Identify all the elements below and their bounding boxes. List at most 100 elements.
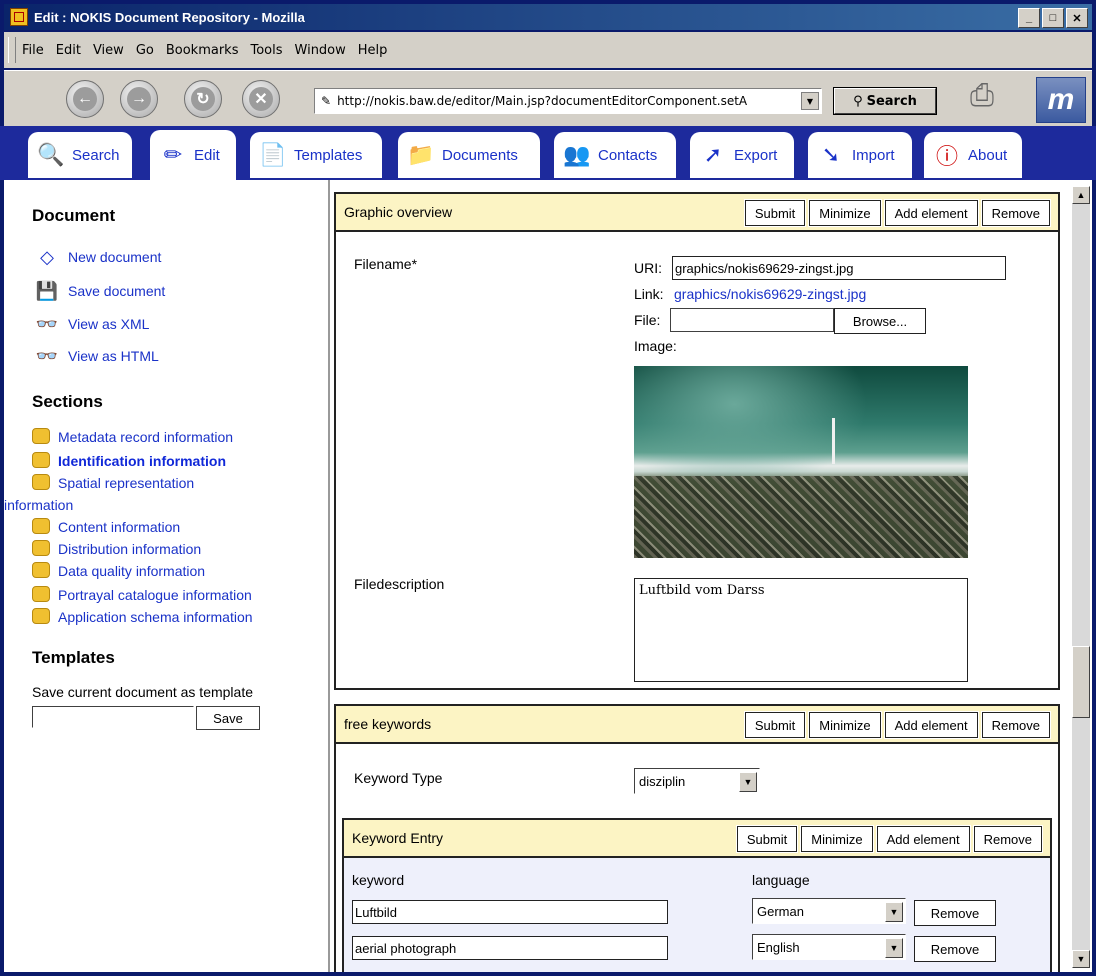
section-portrayal-link[interactable]: Portrayal catalogue information <box>32 584 302 606</box>
submit-button[interactable]: Submit <box>743 199 807 227</box>
navigation-toolbar: ← → ↻ ✕ ✎ http://nokis.baw.de/editor/Mai… <box>4 70 1092 127</box>
image-link[interactable]: graphics/nokis69629-zingst.jpg <box>674 286 866 302</box>
panel-title: Graphic overview <box>344 204 453 220</box>
view-as-html-link[interactable]: 👓 View as HTML <box>30 345 159 367</box>
frame-divider[interactable] <box>328 180 330 972</box>
window-title: Edit : NOKIS Document Repository - Mozil… <box>34 9 305 25</box>
back-arrow-icon: ← <box>73 87 97 111</box>
section-icon <box>32 452 50 468</box>
menu-edit[interactable]: Edit <box>56 43 81 58</box>
panel-header: Keyword Entry Submit Minimize Add elemen… <box>344 820 1050 858</box>
minimize-window-button[interactable]: _ <box>1018 8 1040 28</box>
back-button[interactable]: ← <box>66 80 104 118</box>
remove-button[interactable]: Remove <box>980 711 1052 739</box>
url-bar[interactable]: ✎ http://nokis.baw.de/editor/Main.jsp?do… <box>314 88 822 114</box>
add-element-button[interactable]: Add element <box>883 711 979 739</box>
menu-bookmarks[interactable]: Bookmarks <box>166 43 239 58</box>
menu-view[interactable]: View <box>93 43 124 58</box>
tab-label: Import <box>852 146 895 164</box>
scroll-down-icon[interactable]: ▼ <box>1072 950 1090 968</box>
link-label: Link: <box>634 286 664 302</box>
keyword-entry-panel: Keyword Entry Submit Minimize Add elemen… <box>342 818 1052 972</box>
title-bar: Edit : NOKIS Document Repository - Mozil… <box>4 4 1092 30</box>
toolbar-grip[interactable] <box>8 37 16 63</box>
tab-templates[interactable]: 📄 Templates <box>250 132 382 178</box>
section-spatial-link[interactable]: Spatial representation <box>32 472 302 494</box>
section-spatial-link-cont[interactable]: information <box>4 494 274 516</box>
url-dropdown-icon[interactable]: ▼ <box>801 92 819 110</box>
maximize-window-button[interactable]: □ <box>1042 8 1064 28</box>
section-icon <box>32 474 50 490</box>
submit-button[interactable]: Submit <box>735 825 799 853</box>
submit-button[interactable]: Submit <box>743 711 807 739</box>
tab-documents[interactable]: 📁 Documents <box>398 132 540 178</box>
tab-edit[interactable]: ✏ Edit <box>150 130 236 180</box>
add-element-button[interactable]: Add element <box>875 825 971 853</box>
save-document-icon: 💾 <box>35 280 59 301</box>
browse-button[interactable]: Browse... <box>834 308 926 334</box>
save-template-button[interactable]: Save <box>196 706 260 730</box>
minimize-button[interactable]: Minimize <box>800 825 874 853</box>
mozilla-logo: m <box>1036 77 1086 123</box>
minimize-button[interactable]: Minimize <box>808 199 882 227</box>
keyword-input[interactable]: Luftbild <box>352 900 668 924</box>
reload-icon: ↻ <box>191 87 215 111</box>
keyword-column-header: keyword <box>352 872 405 888</box>
new-document-link[interactable]: ◇ New document <box>30 246 161 268</box>
file-input[interactable] <box>670 308 834 332</box>
view-as-xml-link[interactable]: 👓 View as XML <box>30 313 150 335</box>
add-element-button[interactable]: Add element <box>883 199 979 227</box>
export-icon: ➚ <box>703 142 723 167</box>
section-identification-link[interactable]: Identification information <box>32 450 302 472</box>
section-data-quality-link[interactable]: Data quality information <box>32 560 302 582</box>
image-label: Image: <box>634 338 677 354</box>
free-keywords-panel: free keywords Submit Minimize Add elemen… <box>334 704 1060 972</box>
scroll-up-icon[interactable]: ▲ <box>1072 186 1090 204</box>
menu-tools[interactable]: Tools <box>250 43 282 58</box>
keyword-type-select[interactable]: disziplin ▼ <box>634 768 760 794</box>
close-window-button[interactable]: ✕ <box>1066 8 1088 28</box>
reload-button[interactable]: ↻ <box>184 80 222 118</box>
magnifier-icon: 🔍 <box>37 142 65 167</box>
panel-title: free keywords <box>344 716 432 732</box>
vertical-scrollbar[interactable]: ▲ ▼ <box>1072 186 1090 968</box>
menu-file[interactable]: File <box>22 43 44 58</box>
template-name-input[interactable] <box>32 706 194 728</box>
language-select[interactable]: English ▼ <box>752 934 906 960</box>
panel-header: free keywords Submit Minimize Add elemen… <box>336 706 1058 744</box>
tab-import[interactable]: ➘ Import <box>808 132 912 178</box>
select-value: disziplin <box>639 773 686 789</box>
section-distribution-link[interactable]: Distribution information <box>32 538 302 560</box>
minimize-button[interactable]: Minimize <box>808 711 882 739</box>
uri-input[interactable]: graphics/nokis69629-zingst.jpg <box>672 256 1006 280</box>
section-label: information <box>4 497 74 513</box>
remove-button[interactable]: Remove <box>980 199 1052 227</box>
scroll-thumb[interactable] <box>1072 646 1090 718</box>
url-text: http://nokis.baw.de/editor/Main.jsp?docu… <box>337 94 748 108</box>
forward-button[interactable]: → <box>120 80 158 118</box>
print-icon[interactable]: ⎙ <box>970 79 1014 117</box>
remove-keyword-button[interactable]: Remove <box>914 900 996 926</box>
photo-pier <box>832 418 835 464</box>
tab-contacts[interactable]: 👥 Contacts <box>554 132 676 178</box>
menu-help[interactable]: Help <box>358 43 388 58</box>
save-document-link[interactable]: 💾 Save document <box>30 280 166 302</box>
keyword-input[interactable]: aerial photograph <box>352 936 668 960</box>
menu-go[interactable]: Go <box>136 43 154 58</box>
section-application-schema-link[interactable]: Application schema information <box>32 606 302 628</box>
language-select[interactable]: German ▼ <box>752 898 906 924</box>
remove-keyword-button[interactable]: Remove <box>914 936 996 962</box>
sections-heading: Sections <box>32 392 103 411</box>
stop-button[interactable]: ✕ <box>242 80 280 118</box>
web-search-button[interactable]: ⚲ Search <box>833 87 937 115</box>
filedescription-textarea[interactable]: Luftbild vom Darss <box>634 578 968 682</box>
section-icon <box>32 608 50 624</box>
tab-about[interactable]: ⓘ About <box>924 132 1022 178</box>
remove-button[interactable]: Remove <box>972 825 1044 853</box>
tab-search[interactable]: 🔍 Search <box>28 132 132 178</box>
section-metadata-link[interactable]: Metadata record information <box>32 426 302 448</box>
menu-window[interactable]: Window <box>295 43 346 58</box>
import-icon: ➘ <box>821 142 841 167</box>
tab-export[interactable]: ➚ Export <box>690 132 794 178</box>
section-content-link[interactable]: Content information <box>32 516 302 538</box>
